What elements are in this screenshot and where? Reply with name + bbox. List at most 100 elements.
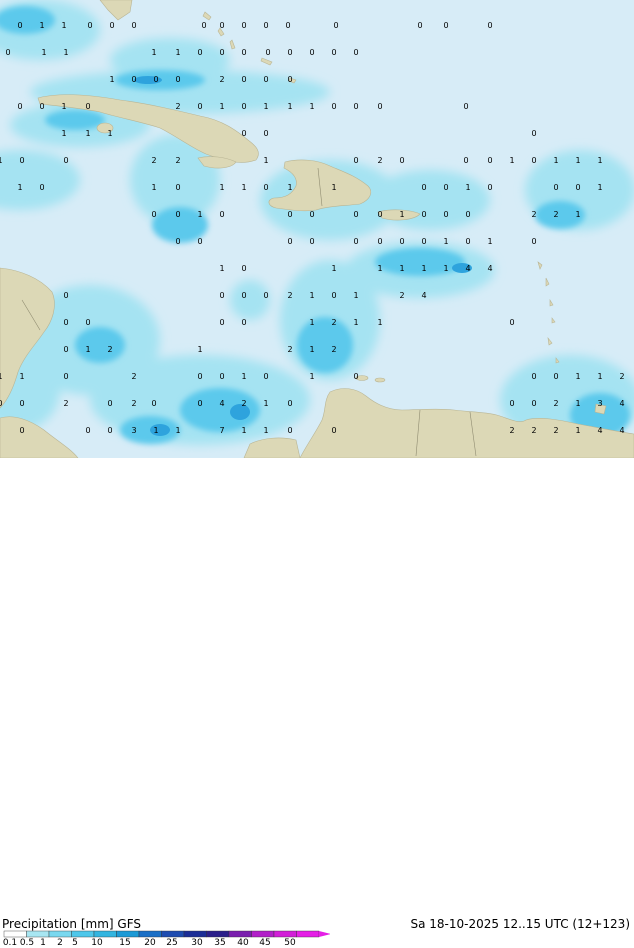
colorbar-segment — [183, 930, 207, 938]
precip-value-label: 0 — [421, 183, 426, 192]
precip-value-label: 2 — [377, 156, 382, 165]
precip-value-label: 4 — [619, 426, 624, 435]
precip-value-label: 0 — [151, 210, 156, 219]
colorbar-tick-label: 0.5 — [19, 938, 35, 948]
precip-value-label: 0 — [287, 399, 292, 408]
precip-value-label: 0 — [241, 129, 246, 138]
precip-value-label: 0 — [219, 291, 224, 300]
precip-value-label: 0 — [63, 372, 68, 381]
precip-value-label: 1 — [219, 264, 224, 273]
colorbar-tick-label: 35 — [214, 938, 226, 948]
precip-value-label: 1 — [39, 21, 44, 30]
precip-value-label: 0 — [263, 129, 268, 138]
precip-value-label: 0 — [241, 264, 246, 273]
precip-value-label: 0 — [85, 102, 90, 111]
precip-value-label: 1 — [63, 48, 68, 57]
precip-value-label: 0 — [85, 318, 90, 327]
precip-value-label: 1 — [61, 21, 66, 30]
precip-value-label: 4 — [619, 399, 624, 408]
map-canvas: 0 1 1 0 0 0 0 0 0 0 0 0 0 0 0 0 1 1 1 1 0 0 0 0 0 0 0 0 1 0 0 0 2 0 0 0 0 0 1 0… — [0, 0, 634, 458]
precip-value-label: 1 — [575, 372, 580, 381]
precip-value-label: 1 — [61, 129, 66, 138]
precip-value-label: 1 — [487, 237, 492, 246]
precip-value-label: 1 — [309, 372, 314, 381]
precip-value-label: 1 — [309, 102, 314, 111]
precip-value-label: 2 — [131, 399, 136, 408]
precip-value-label: 1 — [241, 183, 246, 192]
precip-value-label: 1 — [197, 345, 202, 354]
precip-value-label: 1 — [197, 210, 202, 219]
precip-value-label: 0 — [219, 372, 224, 381]
precip-value-label: 1 — [241, 426, 246, 435]
precip-value-label: 0 — [487, 21, 492, 30]
precip-value-label: 0 — [39, 183, 44, 192]
precip-value-label: 0 — [0, 399, 3, 408]
precip-value-label: 0 — [287, 48, 292, 57]
precip-value-label: 4 — [219, 399, 224, 408]
precip-value-label: 0 — [197, 102, 202, 111]
precip-value-label: 1 — [175, 48, 180, 57]
precip-value-label: 0 — [63, 345, 68, 354]
precip-value-label: 2 — [151, 156, 156, 165]
precip-value-label: 0 — [153, 75, 158, 84]
precip-value-label: 0 — [309, 48, 314, 57]
precip-value-label: 0 — [197, 237, 202, 246]
precip-value-label: 1 — [41, 48, 46, 57]
precip-value-label: 0 — [19, 156, 24, 165]
colorbar-segment — [93, 930, 117, 938]
precip-value-label: 1 — [219, 183, 224, 192]
colorbar-segment — [48, 930, 72, 938]
precip-value-label: 0 — [201, 21, 206, 30]
precip-value-label: 0 — [151, 399, 156, 408]
precip-value-label: 1 — [597, 183, 602, 192]
precip-value-label: 0 — [553, 372, 558, 381]
precip-value-label: 0 — [463, 156, 468, 165]
precip-value-label: 0 — [421, 237, 426, 246]
precip-value-label: 1 — [263, 156, 268, 165]
colorbar-segment — [116, 930, 140, 938]
precip-value-label: 0 — [353, 372, 358, 381]
precip-value-label: 1 — [509, 156, 514, 165]
precip-value-label: 1 — [597, 372, 602, 381]
precip-value-label: 1 — [575, 399, 580, 408]
precip-value-label: 0 — [131, 21, 136, 30]
precip-value-label: 0 — [219, 48, 224, 57]
precip-value-label: 2 — [287, 291, 292, 300]
colorbar-segment — [228, 930, 252, 938]
precip-value-label: 1 — [331, 264, 336, 273]
precip-value-label: 2 — [553, 399, 558, 408]
precip-value-label: 0 — [421, 210, 426, 219]
precip-value-label: 1 — [309, 318, 314, 327]
precip-value-label: 2 — [175, 102, 180, 111]
colorbar-segment — [161, 930, 185, 938]
colorbar-segment — [71, 930, 95, 938]
colorbar-segment — [26, 930, 50, 938]
precip-value-label: 0 — [175, 210, 180, 219]
precip-value-label: 0 — [465, 237, 470, 246]
precip-value-label: 0 — [487, 156, 492, 165]
precip-value-label: 0 — [287, 426, 292, 435]
precip-value-label: 1 — [353, 291, 358, 300]
colorbar-ticks: 0.1 0.5 1 2 5 10 15 20 25 30 35 40 45 50 — [0, 938, 330, 948]
precip-value-label: 1 — [399, 264, 404, 273]
colorbar-tick-label: 5 — [72, 938, 78, 948]
precip-value-label: 0 — [241, 102, 246, 111]
precip-value-label: 4 — [597, 426, 602, 435]
precip-value-label: 4 — [421, 291, 426, 300]
colorbar-tick-label: 0.1 — [2, 938, 18, 948]
precip-value-label: 0 — [263, 183, 268, 192]
precip-value-label: 0 — [241, 48, 246, 57]
colorbar-tick-label: 25 — [166, 938, 178, 948]
precip-value-label: 0 — [263, 291, 268, 300]
precip-value-label: 2 — [219, 75, 224, 84]
precip-value-label: 0 — [531, 237, 536, 246]
precip-value-label: 0 — [377, 102, 382, 111]
precip-value-label: 0 — [263, 75, 268, 84]
precip-value-label: 1 — [219, 102, 224, 111]
precip-value-label: 1 — [17, 183, 22, 192]
product-title: Precipitation [mm] GFS — [2, 917, 141, 931]
precip-value-label: 2 — [531, 210, 536, 219]
precip-value-label: 0 — [5, 48, 10, 57]
precip-value-label: 1 — [575, 426, 580, 435]
precip-value-label: 1 — [263, 426, 268, 435]
